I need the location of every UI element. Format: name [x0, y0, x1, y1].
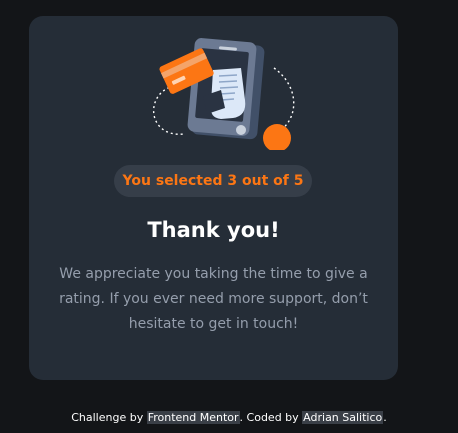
selected-rating-badge: You selected 3 out of 5: [114, 165, 312, 197]
attribution-suffix: .: [383, 411, 387, 424]
frontend-mentor-link[interactable]: Frontend Mentor: [146, 411, 240, 424]
attribution-middle: . Coded by: [239, 411, 299, 424]
payment-receipt-illustration-icon: [152, 38, 295, 150]
thank-you-card: You selected 3 out of 5 Thank you! We ap…: [29, 16, 398, 380]
author-link[interactable]: Adrian Salitico: [302, 411, 384, 424]
thank-you-message: We appreciate you taking the time to giv…: [59, 266, 368, 332]
attribution-footer: Challenge by Frontend Mentor. Coded by A…: [0, 410, 458, 426]
thank-you-title: Thank you!: [147, 218, 280, 242]
attribution-prefix: Challenge by: [71, 411, 144, 424]
